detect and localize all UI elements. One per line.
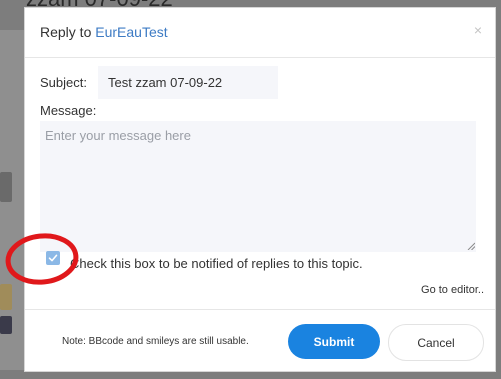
subject-input[interactable]	[98, 66, 278, 99]
background-mark	[0, 316, 12, 334]
reply-dialog: Reply to EurEauTest × Subject: Message: …	[24, 7, 496, 372]
message-label: Message:	[40, 103, 97, 118]
dialog-title-prefix: Reply to	[40, 24, 92, 40]
footer-note: Note: BBcode and smileys are still usabl…	[62, 336, 249, 347]
dialog-header: Reply to EurEauTest ×	[25, 8, 495, 58]
background-mark	[0, 284, 12, 310]
notify-checkbox[interactable]	[46, 251, 60, 265]
dialog-title-username[interactable]: EurEauTest	[95, 24, 167, 40]
cancel-button[interactable]: Cancel	[388, 324, 484, 361]
dialog-title: Reply to EurEauTest	[40, 24, 168, 40]
message-textarea[interactable]	[40, 121, 476, 252]
submit-button[interactable]: Submit	[288, 324, 380, 359]
background-mark	[0, 172, 12, 202]
dialog-footer: Note: BBcode and smileys are still usabl…	[25, 309, 495, 373]
subject-label: Subject:	[40, 75, 87, 90]
go-to-editor-link[interactable]: Go to editor..	[421, 284, 484, 296]
check-icon	[48, 254, 58, 262]
notify-label: Check this box to be notified of replies…	[70, 256, 363, 271]
close-icon[interactable]: ×	[474, 23, 482, 37]
